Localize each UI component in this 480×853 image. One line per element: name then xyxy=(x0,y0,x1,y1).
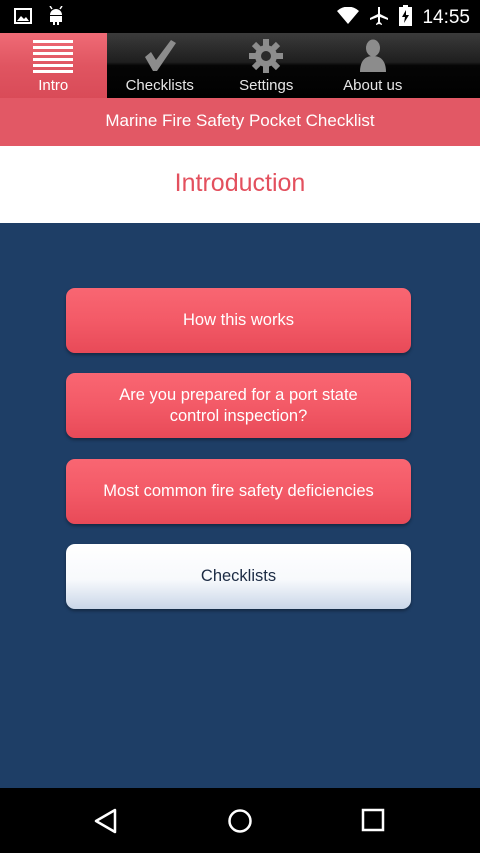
tab-label: Intro xyxy=(38,77,69,94)
checkmark-icon xyxy=(143,39,177,78)
battery-icon xyxy=(399,5,413,31)
main-content: How this works Are you prepared for a po… xyxy=(0,223,480,788)
gear-icon xyxy=(249,39,284,78)
navigation-bar xyxy=(0,788,480,853)
tab-intro[interactable]: Intro xyxy=(0,33,107,98)
recents-icon[interactable] xyxy=(361,808,385,837)
fire-safety-deficiencies-button[interactable]: Most common fire safety deficiencies xyxy=(66,459,411,524)
tab-label: Settings xyxy=(239,77,294,94)
airplane-icon xyxy=(369,6,389,31)
tab-bar: Intro Checklists Settings About us xyxy=(0,33,480,98)
tab-settings[interactable]: Settings xyxy=(213,33,320,98)
page-title: Introduction xyxy=(0,146,480,223)
tab-label: Checklists xyxy=(125,77,194,94)
android-icon xyxy=(48,5,64,31)
tab-label: About us xyxy=(343,77,403,94)
home-icon[interactable] xyxy=(227,808,253,839)
port-state-control-button[interactable]: Are you prepared for a port state contro… xyxy=(66,373,411,438)
back-icon[interactable] xyxy=(93,808,119,839)
checklists-button[interactable]: Checklists xyxy=(66,544,411,609)
image-icon xyxy=(14,8,32,29)
list-icon xyxy=(33,39,74,78)
app-header-title: Marine Fire Safety Pocket Checklist xyxy=(0,98,480,146)
status-bar: 14:55 xyxy=(0,0,480,33)
tab-about-us[interactable]: About us xyxy=(320,33,427,98)
tab-checklists[interactable]: Checklists xyxy=(107,33,214,98)
status-time: 14:55 xyxy=(422,7,470,28)
person-icon xyxy=(359,39,387,78)
wifi-icon xyxy=(337,6,360,30)
how-this-works-button[interactable]: How this works xyxy=(66,288,411,353)
